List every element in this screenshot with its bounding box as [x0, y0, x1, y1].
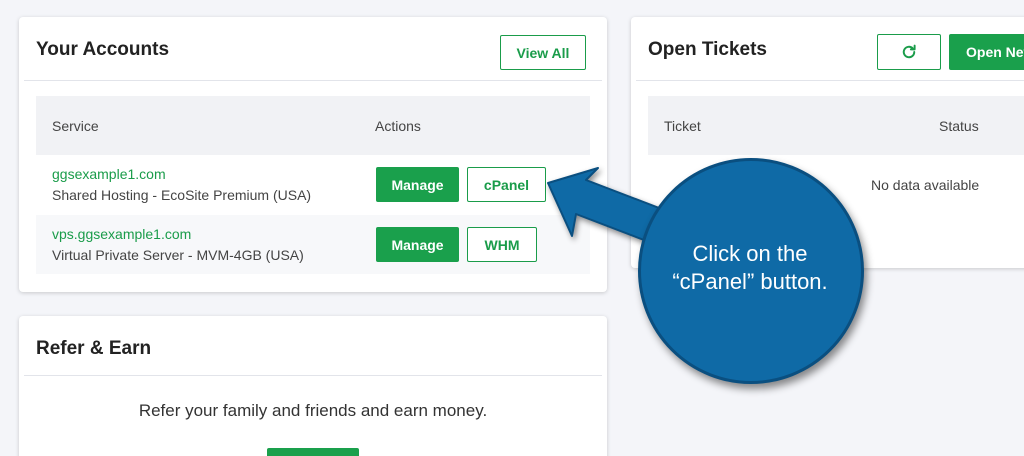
whm-button[interactable]: WHM — [467, 227, 537, 262]
accounts-title: Your Accounts — [36, 39, 170, 60]
refresh-button[interactable] — [877, 34, 941, 70]
domain-link[interactable]: ggsexample1.com — [52, 166, 166, 182]
accounts-table-header: Service Actions — [36, 96, 590, 155]
tickets-divider — [636, 80, 1024, 81]
view-all-button[interactable]: View All — [500, 35, 586, 70]
col-service: Service — [52, 118, 99, 134]
accounts-card: Your Accounts View All Service Actions g… — [19, 17, 607, 292]
plan-text: Shared Hosting - EcoSite Premium (USA) — [52, 187, 312, 203]
manage-button[interactable]: Manage — [376, 227, 459, 262]
domain-link[interactable]: vps.ggsexample1.com — [52, 226, 191, 242]
open-new-ticket-button[interactable]: Open New — [949, 34, 1024, 70]
tickets-title: Open Tickets — [648, 39, 767, 60]
refer-action-button[interactable] — [267, 448, 359, 456]
table-row: vps.ggsexample1.com Virtual Private Serv… — [36, 215, 590, 274]
refresh-icon — [902, 44, 916, 59]
plan-text: Virtual Private Server - MVM-4GB (USA) — [52, 247, 304, 263]
callout-text: Click on the “cPanel” button. — [650, 240, 850, 296]
col-ticket: Ticket — [664, 118, 701, 134]
tickets-table-header: Ticket Status — [648, 96, 1024, 155]
callout-line-2: “cPanel” button. — [672, 269, 828, 294]
col-status: Status — [939, 118, 979, 134]
col-actions: Actions — [375, 118, 421, 134]
refer-divider — [24, 375, 602, 376]
callout-line-1: Click on the — [692, 241, 808, 266]
refer-card: Refer & Earn Refer your family and frien… — [19, 316, 607, 456]
refer-title: Refer & Earn — [36, 338, 152, 359]
accounts-divider — [24, 80, 602, 81]
manage-button[interactable]: Manage — [376, 167, 459, 202]
refer-text: Refer your family and friends and earn m… — [138, 401, 488, 420]
cpanel-button[interactable]: cPanel — [467, 167, 546, 202]
empty-state: No data available — [871, 177, 980, 193]
